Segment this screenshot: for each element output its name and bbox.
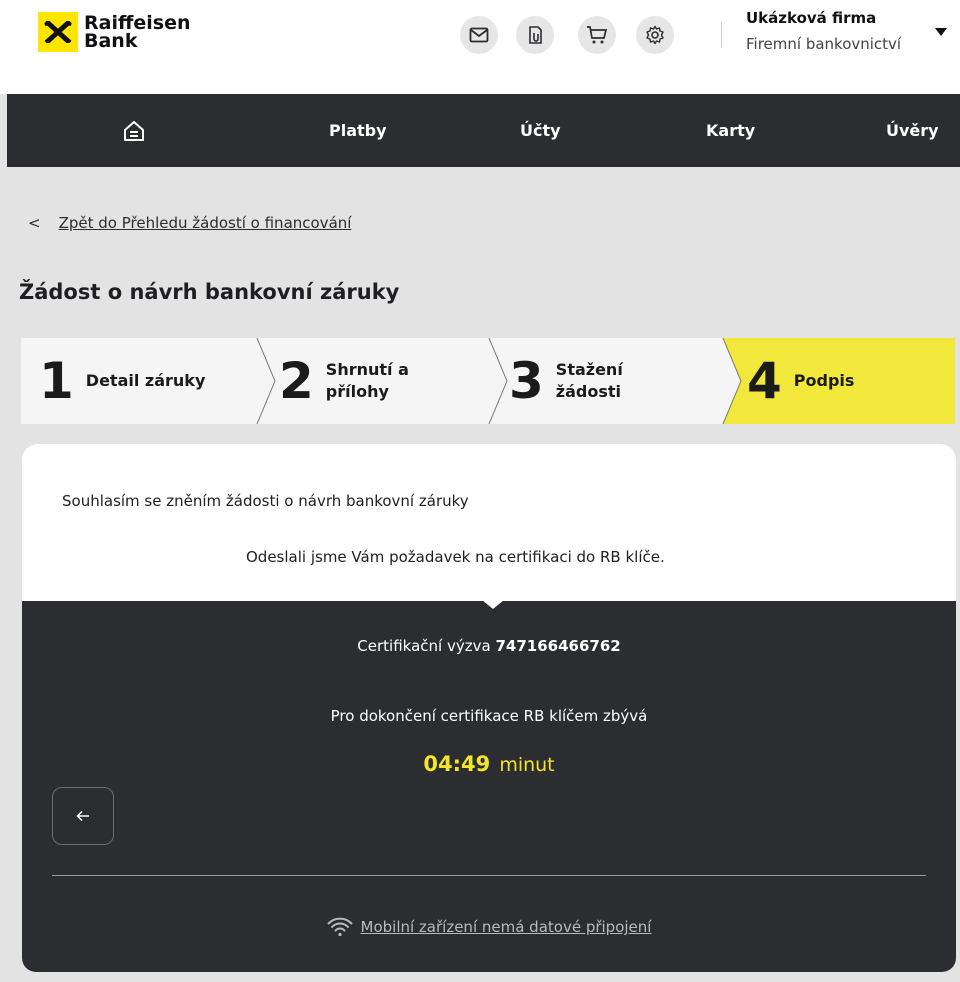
step-4-active: 4 Podpis — [747, 338, 854, 424]
step-2: 2 Shrnutí a přílohy — [279, 338, 409, 424]
step-separator — [488, 338, 508, 424]
step-number: 2 — [279, 352, 314, 410]
cart-icon — [587, 26, 608, 44]
top-header: Raiffeisen Bank Ukázková firma Firemní b… — [0, 0, 960, 94]
nav-home[interactable] — [122, 94, 146, 167]
cart-button[interactable] — [578, 16, 616, 54]
company-segment: Firemní bankovnictví — [746, 35, 902, 53]
brand-name: Raiffeisen Bank — [84, 14, 190, 52]
timer-unit: minut — [499, 754, 555, 776]
remaining-time-label: Pro dokončení certifikace RB klíčem zbýv… — [330, 707, 648, 725]
back-button[interactable] — [52, 787, 114, 845]
step-label-line1: Stažení — [555, 360, 623, 379]
nav-item-platby[interactable]: Platby — [329, 94, 387, 167]
nav-item-ucty[interactable]: Účty — [520, 94, 561, 167]
nav-item-uvery[interactable]: Úvěry — [886, 94, 939, 167]
challenge-label: Certifikační výzva — [357, 637, 491, 655]
company-switcher[interactable]: Ukázková firma Firemní bankovnictví — [746, 9, 901, 53]
card-divider — [52, 875, 926, 876]
step-number: 4 — [747, 352, 782, 410]
signature-card-top — [22, 444, 956, 602]
breadcrumb[interactable]: < Zpět do Přehledu žádostí o financování — [28, 214, 351, 232]
step-3: 3 Stažení žádosti — [509, 338, 623, 424]
wifi-icon — [327, 917, 353, 937]
main-nav: Platby Účty Karty Úvěry — [7, 94, 960, 167]
step-label-line1: Podpis — [793, 371, 855, 390]
countdown-timer: 04:49 minut — [0, 752, 960, 776]
step-separator — [721, 338, 742, 424]
brand-line2: Bank — [84, 30, 138, 52]
step-number: 1 — [39, 352, 74, 410]
step-label: Detail záruky — [86, 370, 206, 392]
documents-icon — [529, 26, 542, 44]
certification-sent-text: Odeslali jsme Vám požadavek na certifika… — [246, 548, 665, 566]
step-label-line1: Detail záruky — [85, 371, 206, 390]
step-label: Shrnutí a přílohy — [326, 359, 409, 403]
mobile-no-data-link-row[interactable]: Mobilní zařízení nemá datové připojení — [0, 917, 960, 937]
settings-button[interactable] — [636, 16, 674, 54]
step-1: 1 Detail záruky — [39, 338, 205, 424]
consent-text: Souhlasím se zněním žádosti o návrh bank… — [62, 492, 469, 510]
documents-button[interactable] — [516, 16, 554, 54]
back-to-overview-link[interactable]: Zpět do Přehledu žádostí o financování — [59, 214, 352, 232]
mail-icon — [469, 27, 489, 43]
certification-challenge: Certifikační výzva 747166466762 — [0, 637, 960, 655]
timer-value: 04:49 — [423, 752, 491, 776]
raiffeisen-logo[interactable]: Raiffeisen Bank — [38, 12, 190, 52]
chevron-left-icon: < — [28, 214, 41, 232]
header-divider — [721, 22, 722, 48]
arrow-left-icon — [76, 810, 89, 822]
mail-button[interactable] — [460, 16, 498, 54]
page-title: Žádost o návrh bankovní záruky — [19, 280, 400, 304]
settings-icon — [646, 25, 664, 45]
nav-item-karty[interactable]: Karty — [706, 94, 755, 167]
step-label: Podpis — [794, 370, 855, 392]
mobile-no-data-link[interactable]: Mobilní zařízení nemá datové připojení — [361, 918, 652, 936]
progress-stepper: 1 Detail záruky 2 Shrnutí a přílohy 3 St… — [21, 338, 955, 424]
step-label-line1: Shrnutí a — [325, 360, 409, 379]
home-icon — [124, 120, 144, 141]
step-label: Stažení žádosti — [556, 359, 623, 403]
raiffeisen-cross-icon — [38, 12, 78, 52]
challenge-code: 747166466762 — [495, 637, 621, 655]
company-name: Ukázková firma — [746, 9, 877, 27]
step-label-line2: žádosti — [555, 382, 622, 401]
chevron-down-icon[interactable] — [935, 28, 947, 36]
step-separator — [256, 338, 276, 424]
step-label-line2: přílohy — [325, 382, 389, 401]
callout-notch — [482, 600, 504, 609]
step-number: 3 — [509, 352, 544, 410]
